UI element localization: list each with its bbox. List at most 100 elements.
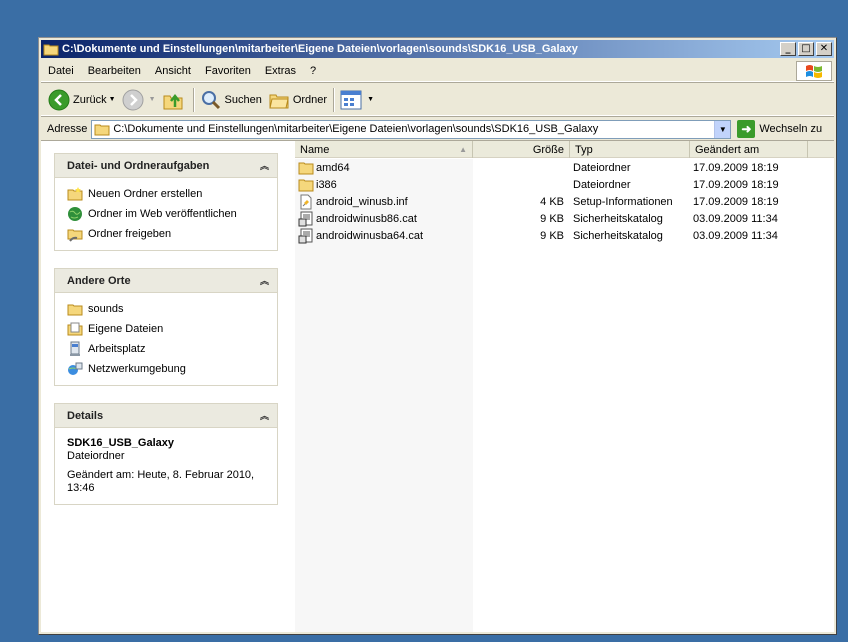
file-size: 9 KB	[540, 212, 564, 225]
column-headers: Name ▲ Größe Typ Geändert am	[295, 141, 834, 158]
column-header-date[interactable]: Geändert am	[690, 141, 808, 158]
go-button[interactable]: ➜ Wechseln zu	[737, 120, 822, 138]
forward-arrow-icon	[122, 89, 144, 110]
file-type: Sicherheitskatalog	[573, 229, 663, 242]
up-folder-button[interactable]	[159, 87, 190, 113]
sort-ascending-icon: ▲	[459, 145, 467, 154]
forward-dropdown-icon[interactable]: ▼	[149, 96, 156, 103]
address-dropdown-icon[interactable]: ▼	[714, 120, 731, 138]
collapse-icon[interactable]: ︽	[260, 274, 269, 287]
collapse-icon[interactable]: ︽	[260, 159, 269, 172]
network-icon	[68, 362, 83, 375]
panel-header-details[interactable]: Details ︽	[54, 403, 278, 427]
folder-icon	[298, 179, 314, 191]
toolbar: Zurück ▼ ▼ Suchen Ordner ▼	[41, 84, 834, 116]
column-header-type[interactable]: Typ	[570, 141, 690, 158]
file-name: amd64	[316, 161, 350, 174]
details-modified: Geändert am: Heute, 8. Februar 2010, 13:…	[67, 469, 255, 494]
column-header-size[interactable]: Größe	[473, 141, 570, 158]
address-label: Adresse	[47, 123, 88, 135]
task-new-folder[interactable]: Neuen Ordner erstellen	[67, 184, 265, 204]
folders-label: Ordner	[292, 93, 328, 106]
place-label: Eigene Dateien	[88, 323, 164, 335]
details-kind: Dateiordner	[67, 450, 125, 462]
views-dropdown-icon[interactable]: ▼	[367, 96, 374, 103]
place-network[interactable]: Netzwerkumgebung	[67, 359, 265, 379]
forward-button[interactable]: ▼	[119, 87, 159, 113]
folders-button[interactable]: Ordner	[265, 87, 330, 113]
go-label: Wechseln zu	[759, 123, 823, 135]
file-size: 4 KB	[540, 195, 564, 208]
folder-icon	[298, 162, 314, 174]
file-name: androidwinusba64.cat	[316, 229, 424, 242]
back-dropdown-icon[interactable]: ▼	[109, 96, 116, 103]
file-type: Dateiordner	[573, 161, 631, 174]
menu-favoriten[interactable]: Favoriten	[198, 65, 258, 77]
task-pane: Datei- und Ordneraufgaben ︽ Neuen Ordner…	[41, 141, 295, 632]
place-my-computer[interactable]: Arbeitsplatz	[67, 339, 265, 359]
file-row[interactable]: androidwinusba64.cat 9 KB Sicherheitskat…	[295, 227, 834, 244]
panel-header-file-tasks[interactable]: Datei- und Ordneraufgaben ︽	[54, 153, 278, 177]
globe-icon	[68, 207, 82, 221]
menu-help[interactable]: ?	[303, 65, 323, 77]
panel-file-tasks: Datei- und Ordneraufgaben ︽ Neuen Ordner…	[54, 153, 278, 251]
views-button[interactable]: ▼	[337, 87, 377, 113]
folder-icon	[43, 44, 59, 55]
panel-header-other-places[interactable]: Andere Orte ︽	[54, 268, 278, 292]
menu-bearbeiten[interactable]: Bearbeiten	[81, 65, 148, 77]
file-row[interactable]: i386 Dateiordner 17.09.2009 18:19	[295, 176, 834, 193]
inf-file-icon	[300, 194, 312, 209]
column-header-name[interactable]: Name ▲	[295, 141, 473, 158]
new-folder-icon	[67, 187, 83, 201]
minimize-button[interactable]: _	[780, 42, 796, 56]
menu-bar: Datei Bearbeiten Ansicht Favoriten Extra…	[41, 60, 834, 82]
title-bar[interactable]: C:\Dokumente und Einstellungen\mitarbeit…	[41, 40, 834, 58]
my-documents-icon	[67, 322, 83, 336]
panel-title: Andere Orte	[67, 274, 131, 287]
file-size: 9 KB	[540, 229, 564, 242]
close-button[interactable]: ✕	[816, 42, 832, 56]
panel-title: Datei- und Ordneraufgaben	[67, 159, 210, 172]
go-arrow-icon: ➜	[737, 120, 756, 138]
search-icon	[201, 90, 220, 109]
menu-datei[interactable]: Datei	[41, 65, 81, 77]
task-label: Neuen Ordner erstellen	[88, 188, 203, 200]
file-name: android_winusb.inf	[316, 195, 408, 208]
search-button[interactable]: Suchen	[197, 87, 265, 113]
file-name: androidwinusb86.cat	[316, 212, 417, 225]
back-label: Zurück	[73, 93, 107, 106]
back-arrow-icon	[48, 89, 70, 110]
file-name: i386	[316, 178, 337, 191]
catalog-file-icon	[298, 211, 313, 226]
panel-details: Details ︽ SDK16_USB_Galaxy Dateiordner G…	[54, 403, 278, 505]
menu-ansicht[interactable]: Ansicht	[148, 65, 198, 77]
file-row[interactable]: android_winusb.inf 4 KB Setup-Informatio…	[295, 193, 834, 210]
address-bar: Adresse C:\Dokumente und Einstellungen\m…	[41, 118, 834, 140]
task-share-folder[interactable]: Ordner freigeben	[67, 224, 265, 244]
place-sounds[interactable]: sounds	[67, 299, 265, 319]
explorer-window: C:\Dokumente und Einstellungen\mitarbeit…	[38, 37, 837, 635]
folder-icon	[94, 124, 110, 135]
task-publish-web[interactable]: Ordner im Web veröffentlichen	[67, 204, 265, 224]
details-name: SDK16_USB_Galaxy	[67, 437, 175, 449]
collapse-icon[interactable]: ︽	[260, 409, 269, 422]
menu-extras[interactable]: Extras	[258, 65, 303, 77]
back-button[interactable]: Zurück ▼	[45, 87, 119, 113]
address-input[interactable]: C:\Dokumente und Einstellungen\mitarbeit…	[91, 119, 732, 139]
search-label: Suchen	[224, 93, 262, 106]
place-label: Netzwerkumgebung	[88, 363, 186, 375]
file-row[interactable]: androidwinusb86.cat 9 KB Sicherheitskata…	[295, 210, 834, 227]
file-type: Dateiordner	[573, 178, 631, 191]
maximize-button[interactable]: □	[798, 42, 814, 56]
column-label: Größe	[532, 143, 564, 156]
file-type: Sicherheitskatalog	[573, 212, 663, 225]
up-folder-icon	[163, 93, 182, 109]
place-my-documents[interactable]: Eigene Dateien	[67, 319, 265, 339]
file-date: 17.09.2009 18:19	[693, 195, 779, 208]
column-label: Typ	[575, 143, 593, 156]
file-row[interactable]: amd64 Dateiordner 17.09.2009 18:19	[295, 159, 834, 176]
file-list: Name ▲ Größe Typ Geändert am amd64 Datei…	[295, 141, 834, 632]
file-date: 17.09.2009 18:19	[693, 178, 779, 191]
computer-icon	[70, 341, 80, 356]
toolbar-separator	[333, 87, 335, 112]
